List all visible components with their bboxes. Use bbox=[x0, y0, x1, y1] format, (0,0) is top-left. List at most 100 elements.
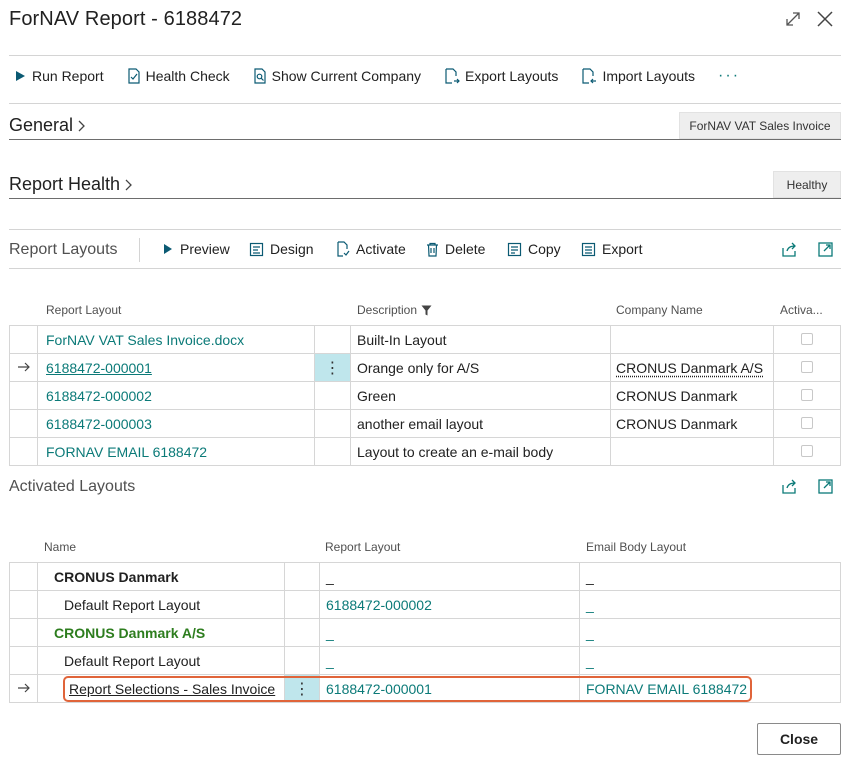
run-report-button[interactable]: Run Report bbox=[13, 68, 104, 84]
grid-line bbox=[9, 562, 841, 563]
grid-line bbox=[350, 325, 351, 466]
activated-report-layout-link[interactable]: 6188472-000002 bbox=[326, 597, 432, 613]
grid-line bbox=[9, 353, 841, 354]
health-status-badge: Healthy bbox=[773, 171, 841, 198]
trash-icon bbox=[427, 242, 438, 257]
toolbar-separator bbox=[139, 238, 140, 262]
more-options-button[interactable]: ··· bbox=[718, 67, 740, 85]
highlight-annotation bbox=[63, 676, 752, 702]
activated-checkbox[interactable] bbox=[801, 417, 813, 429]
activate-button[interactable]: Activate bbox=[336, 241, 406, 257]
export-layouts-button[interactable]: Export Layouts bbox=[444, 68, 558, 84]
activated-layouts-title: Activated Layouts bbox=[9, 478, 136, 495]
grid-line bbox=[37, 562, 38, 703]
column-header-description[interactable]: Description bbox=[357, 303, 432, 317]
play-icon bbox=[164, 244, 172, 254]
layout-company: CRONUS Danmark bbox=[616, 388, 738, 404]
grid-line bbox=[9, 618, 841, 619]
grid-line bbox=[9, 590, 841, 591]
design-button[interactable]: Design bbox=[249, 241, 314, 257]
show-current-company-label: Show Current Company bbox=[271, 68, 422, 84]
company-group-name: CRONUS Danmark bbox=[54, 569, 179, 585]
grid-line bbox=[9, 325, 10, 466]
grid-line bbox=[314, 325, 315, 466]
chevron-right-icon bbox=[78, 120, 85, 131]
activated-email-layout-link[interactable]: _ bbox=[586, 597, 594, 613]
share-icon[interactable] bbox=[781, 478, 798, 498]
activated-checkbox[interactable] bbox=[801, 333, 813, 345]
report-layout-link[interactable]: 6188472-000003 bbox=[46, 416, 152, 432]
health-check-button[interactable]: Health Check bbox=[127, 68, 230, 84]
report-layout-link[interactable]: 6188472-000001 bbox=[46, 360, 152, 376]
show-current-company-button[interactable]: Show Current Company bbox=[253, 68, 421, 84]
activated-report-layout: _ bbox=[326, 569, 334, 585]
document-import-icon bbox=[582, 68, 597, 84]
delete-label: Delete bbox=[445, 241, 486, 257]
general-section-header[interactable]: General bbox=[9, 115, 86, 136]
grid-line bbox=[773, 325, 774, 466]
document-search-icon bbox=[254, 68, 266, 84]
activate-label: Activate bbox=[356, 241, 406, 257]
close-button[interactable]: Close bbox=[757, 723, 841, 755]
grid-line bbox=[840, 325, 841, 466]
grid-line bbox=[9, 437, 841, 438]
document-export-icon bbox=[445, 68, 460, 84]
arrow-right-icon bbox=[17, 681, 31, 698]
grid-line bbox=[9, 409, 841, 410]
activated-checkbox[interactable] bbox=[801, 361, 813, 373]
layout-description: Green bbox=[357, 388, 396, 404]
report-health-section-title: Report Health bbox=[9, 174, 121, 194]
report-layout-link[interactable]: 6188472-000002 bbox=[46, 388, 152, 404]
grid-line bbox=[610, 325, 611, 466]
report-layout-link[interactable]: FORNAV EMAIL 6188472 bbox=[46, 444, 207, 460]
copy-button[interactable]: Copy bbox=[507, 241, 561, 257]
divider bbox=[9, 103, 841, 104]
activated-checkbox[interactable] bbox=[801, 445, 813, 457]
report-health-underline bbox=[9, 198, 841, 199]
layout-description: Layout to create an e-mail body bbox=[357, 444, 554, 460]
design-label: Design bbox=[270, 241, 314, 257]
activated-email-layout-link[interactable]: _ bbox=[586, 653, 594, 669]
copy-icon bbox=[507, 242, 522, 256]
activated-email-layout-link[interactable]: _ bbox=[586, 625, 594, 641]
health-check-label: Health Check bbox=[145, 68, 230, 84]
open-in-new-window-icon[interactable] bbox=[817, 241, 834, 261]
column-header-report-layout[interactable]: Report Layout bbox=[325, 540, 400, 554]
activated-email-layout: _ bbox=[586, 569, 594, 585]
arrow-right-icon bbox=[17, 360, 31, 377]
preview-button[interactable]: Preview bbox=[162, 241, 230, 257]
general-section-title: General bbox=[9, 115, 74, 135]
expand-icon[interactable] bbox=[782, 8, 804, 30]
open-in-new-window-icon[interactable] bbox=[817, 478, 834, 498]
column-header-report-layout[interactable]: Report Layout bbox=[46, 303, 121, 317]
export-button[interactable]: Export bbox=[581, 241, 642, 257]
layout-company[interactable]: CRONUS Danmark A/S bbox=[616, 360, 763, 376]
design-icon bbox=[249, 242, 264, 256]
play-icon bbox=[16, 71, 25, 81]
layout-description: Orange only for A/S bbox=[357, 360, 480, 376]
divider bbox=[9, 229, 841, 230]
column-header-name[interactable]: Name bbox=[44, 540, 76, 554]
preview-label: Preview bbox=[180, 241, 230, 257]
import-layouts-label: Import Layouts bbox=[602, 68, 696, 84]
report-layouts-title: Report Layouts bbox=[9, 241, 118, 258]
import-layouts-button[interactable]: Import Layouts bbox=[581, 68, 695, 84]
column-header-activated[interactable]: Activa... bbox=[780, 303, 823, 317]
grid-line bbox=[9, 325, 841, 326]
copy-label: Copy bbox=[528, 241, 561, 257]
close-icon[interactable] bbox=[814, 8, 836, 30]
share-icon[interactable] bbox=[781, 241, 798, 261]
delete-button[interactable]: Delete bbox=[426, 241, 485, 257]
activated-layout-name: Default Report Layout bbox=[64, 653, 201, 669]
activated-checkbox[interactable] bbox=[801, 389, 813, 401]
activated-report-layout-link[interactable]: _ bbox=[326, 625, 334, 641]
activated-report-layout-link[interactable]: _ bbox=[326, 653, 334, 669]
column-header-company-name[interactable]: Company Name bbox=[616, 303, 703, 317]
filter-icon bbox=[421, 305, 432, 315]
row-actions-menu[interactable]: ⋮ bbox=[315, 354, 350, 381]
report-health-section-header[interactable]: Report Health bbox=[9, 174, 133, 195]
chevron-right-icon bbox=[125, 179, 132, 190]
column-header-email-body-layout[interactable]: Email Body Layout bbox=[586, 540, 686, 554]
divider bbox=[9, 55, 841, 56]
report-layout-link[interactable]: ForNAV VAT Sales Invoice.docx bbox=[46, 332, 244, 348]
